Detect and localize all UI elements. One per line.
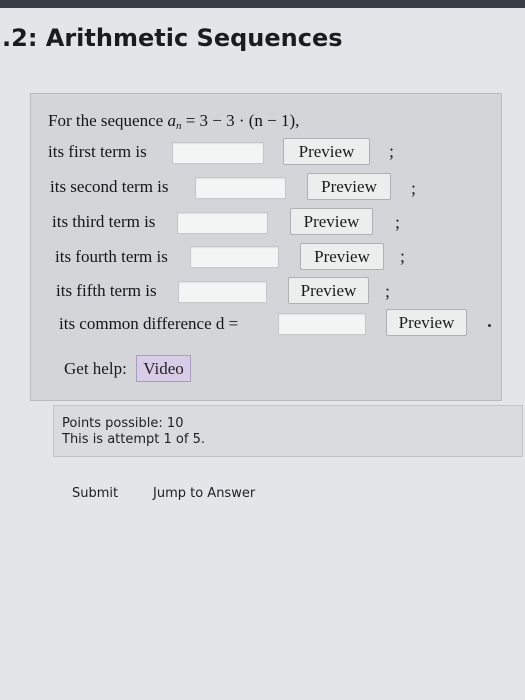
fourth-term-separator: ; [400, 246, 406, 266]
third-term-input[interactable] [177, 212, 268, 234]
second-term-preview-button[interactable]: Preview [307, 173, 391, 200]
first-term-preview-button[interactable]: Preview [283, 138, 370, 165]
fifth-term-input[interactable] [178, 281, 267, 303]
attempt-count-text: This is attempt 1 of 5. [62, 432, 205, 447]
fourth-term-label: its fourth term is [55, 247, 168, 266]
common-difference-preview-button[interactable]: Preview [386, 309, 467, 336]
second-term-label: its second term is [50, 177, 169, 196]
second-term-input[interactable] [195, 177, 286, 199]
top-bar [0, 0, 525, 8]
fifth-term-preview-button[interactable]: Preview [288, 277, 369, 304]
fifth-term-label: its fifth term is [56, 281, 157, 300]
points-possible-text: Points possible: 10 [62, 416, 184, 431]
jump-to-answer-button[interactable]: Jump to Answer [153, 482, 255, 504]
first-term-separator: ; [389, 141, 395, 161]
first-term-input[interactable] [172, 142, 264, 164]
attempt-info-panel [53, 405, 523, 457]
fifth-term-separator: ; [385, 281, 391, 301]
fourth-term-input[interactable] [190, 246, 279, 268]
page-title: .2: Arithmetic Sequences [2, 24, 343, 52]
third-term-preview-button[interactable]: Preview [290, 208, 373, 235]
trailing-dot [488, 324, 491, 327]
first-term-label: its first term is [48, 142, 147, 161]
third-term-separator: ; [395, 212, 401, 232]
formula-expression: = 3 − 3 · (n − 1), [181, 111, 300, 130]
sequence-intro: For the sequence [48, 111, 164, 130]
formula-variable: a [167, 111, 176, 130]
submit-button[interactable]: Submit [72, 482, 118, 504]
video-help-button[interactable]: Video [136, 355, 191, 382]
third-term-label: its third term is [52, 212, 156, 231]
get-help-label: Get help: [64, 359, 127, 378]
second-term-separator: ; [411, 178, 417, 198]
fourth-term-preview-button[interactable]: Preview [300, 243, 384, 270]
common-difference-input[interactable] [278, 313, 366, 335]
common-difference-label: its common difference d = [59, 314, 239, 333]
sequence-statement: For the sequence an = 3 − 3 · (n − 1), [48, 111, 299, 132]
